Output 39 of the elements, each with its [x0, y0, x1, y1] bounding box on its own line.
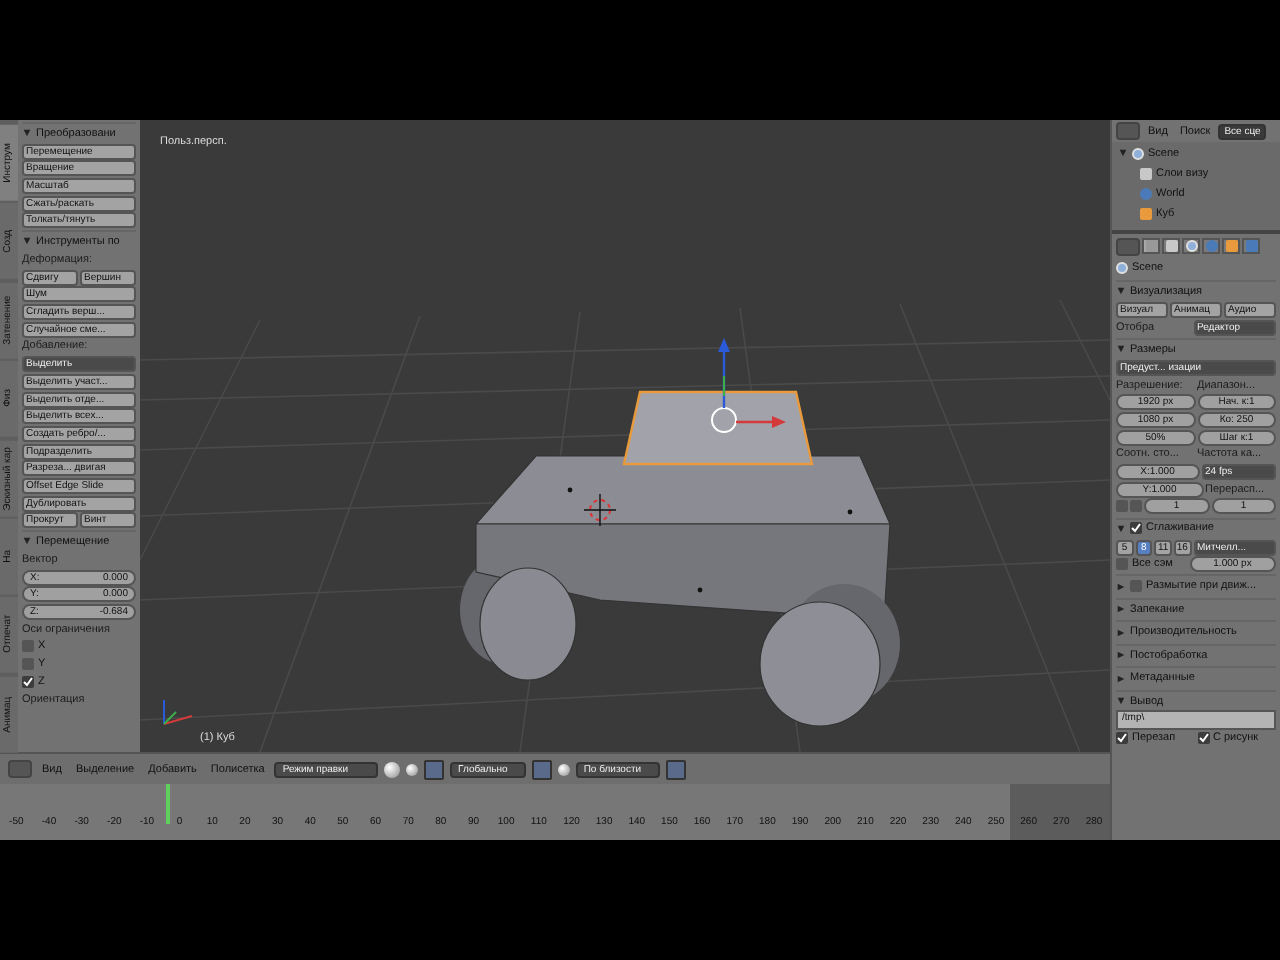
globe-icon [1205, 240, 1217, 252]
scene-icon [1116, 262, 1128, 274]
disclosure-triangle-icon[interactable] [1116, 344, 1126, 355]
checkbox[interactable] [22, 675, 34, 688]
checkbox[interactable] [1197, 731, 1209, 744]
property-tab[interactable] [1222, 238, 1240, 254]
transform-gizmo-drawing [711, 338, 786, 433]
disclosure-triangle-icon[interactable] [1116, 673, 1126, 684]
shading-icon[interactable] [384, 761, 401, 777]
pivot-icon[interactable] [406, 763, 419, 775]
globe-icon [1140, 187, 1152, 199]
checkbox[interactable] [22, 658, 34, 671]
scene-icon [1185, 240, 1197, 252]
scene-icon [1132, 147, 1144, 159]
3d-cursor-icon [583, 493, 617, 527]
disclosure-triangle-icon[interactable] [22, 536, 32, 547]
axis-icon [163, 699, 193, 725]
checkbox[interactable] [22, 640, 34, 653]
disclosure-triangle-icon[interactable] [1116, 581, 1126, 592]
disclosure-triangle-icon[interactable] [1116, 696, 1126, 707]
disclosure-triangle-icon[interactable] [1116, 627, 1126, 638]
checkbox[interactable] [1116, 731, 1128, 744]
disclosure-triangle-icon[interactable] [22, 128, 32, 138]
checkbox[interactable] [1130, 500, 1142, 513]
disclosure-triangle-icon[interactable] [1116, 604, 1126, 615]
checkbox[interactable] [1116, 558, 1128, 571]
proportional-icon[interactable] [557, 763, 570, 775]
property-tab[interactable] [1162, 238, 1180, 254]
disclosure-triangle-icon[interactable] [22, 236, 32, 247]
disclosure-triangle-icon[interactable] [1116, 650, 1126, 661]
checkbox[interactable] [1130, 522, 1142, 535]
disclosure-triangle-icon[interactable] [1116, 523, 1126, 534]
checkbox[interactable] [1116, 500, 1128, 513]
disclosure-triangle-icon[interactable] [1116, 286, 1126, 297]
editor-type-icon[interactable] [1116, 237, 1140, 255]
property-tab[interactable] [1142, 238, 1160, 254]
checkbox[interactable] [1130, 580, 1142, 593]
property-tab[interactable] [1182, 238, 1200, 254]
expand-toggle-icon[interactable] [1118, 148, 1128, 158]
